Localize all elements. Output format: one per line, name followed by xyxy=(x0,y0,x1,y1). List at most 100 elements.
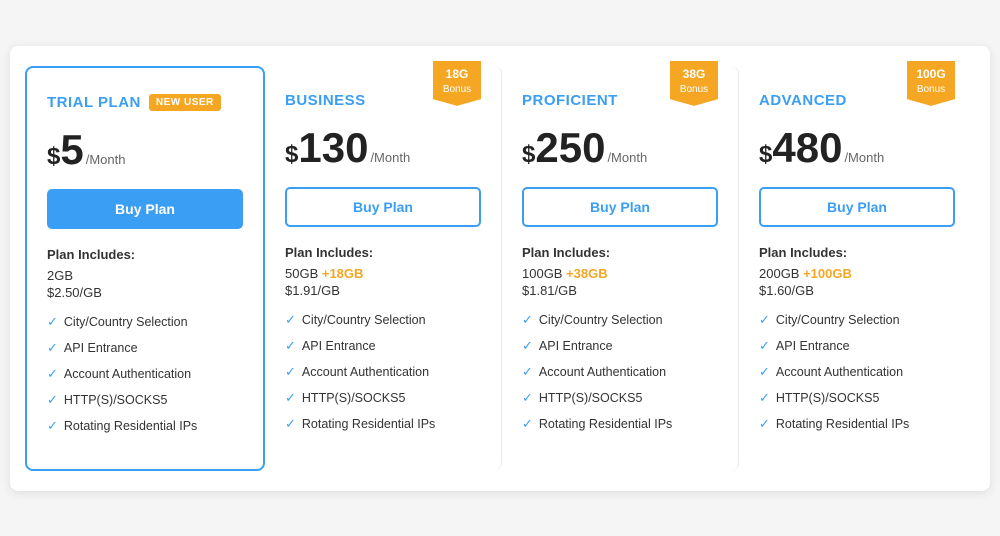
feature-label: City/Country Selection xyxy=(539,313,663,327)
feature-item: ✓ Account Authentication xyxy=(285,364,481,380)
feature-item: ✓ Rotating Residential IPs xyxy=(285,416,481,432)
price-per-gb: $1.60/GB xyxy=(759,283,955,298)
check-icon: ✓ xyxy=(47,314,58,330)
feature-item: ✓ Account Authentication xyxy=(47,366,243,382)
feature-label: Rotating Residential IPs xyxy=(539,417,672,431)
check-icon: ✓ xyxy=(759,312,770,328)
feature-item: ✓ HTTP(S)/SOCKS5 xyxy=(522,390,718,406)
check-icon: ✓ xyxy=(522,364,533,380)
feature-label: HTTP(S)/SOCKS5 xyxy=(64,393,168,407)
price-row: $ 130 /Month xyxy=(285,124,481,172)
price-amount: 5 xyxy=(60,126,83,174)
feature-item: ✓ City/Country Selection xyxy=(47,314,243,330)
feature-item: ✓ API Entrance xyxy=(759,338,955,354)
feature-item: ✓ Account Authentication xyxy=(522,364,718,380)
feature-item: ✓ HTTP(S)/SOCKS5 xyxy=(759,390,955,406)
data-amount: 2GB xyxy=(47,268,243,283)
price-period: /Month xyxy=(844,150,884,165)
check-icon: ✓ xyxy=(285,338,296,354)
feature-item: ✓ Rotating Residential IPs xyxy=(759,416,955,432)
feature-item: ✓ HTTP(S)/SOCKS5 xyxy=(47,392,243,408)
price-amount: 250 xyxy=(535,124,605,172)
feature-label: HTTP(S)/SOCKS5 xyxy=(776,391,880,405)
price-period: /Month xyxy=(607,150,647,165)
price-row: $ 250 /Month xyxy=(522,124,718,172)
bonus-data-amount: +38GB xyxy=(566,266,608,281)
buy-plan-button-trial[interactable]: Buy Plan xyxy=(47,189,243,229)
feature-label: City/Country Selection xyxy=(64,315,188,329)
feature-item: ✓ Rotating Residential IPs xyxy=(522,416,718,432)
check-icon: ✓ xyxy=(759,364,770,380)
check-icon: ✓ xyxy=(47,366,58,382)
feature-label: API Entrance xyxy=(539,339,613,353)
pricing-container: TRIAL PLAN New User $ 5 /Month Buy Plan … xyxy=(10,46,990,491)
feature-label: API Entrance xyxy=(64,341,138,355)
plan-title-text: ADVANCED xyxy=(759,92,847,109)
data-amount: 50GB +18GB xyxy=(285,266,481,281)
feature-label: City/Country Selection xyxy=(302,313,426,327)
buy-plan-button-advanced[interactable]: Buy Plan xyxy=(759,187,955,227)
plan-includes-label: Plan Includes: xyxy=(47,247,243,262)
feature-label: Rotating Residential IPs xyxy=(302,417,435,431)
price-period: /Month xyxy=(370,150,410,165)
check-icon: ✓ xyxy=(285,416,296,432)
bonus-badge-proficient: 38GBonus xyxy=(670,61,718,106)
check-icon: ✓ xyxy=(522,416,533,432)
check-icon: ✓ xyxy=(759,416,770,432)
check-icon: ✓ xyxy=(285,390,296,406)
bonus-data-amount: +100GB xyxy=(803,266,852,281)
bonus-badge-advanced: 100GBonus xyxy=(907,61,955,106)
feature-label: Rotating Residential IPs xyxy=(776,417,909,431)
plan-title-text: BUSINESS xyxy=(285,92,366,109)
price-per-gb: $1.91/GB xyxy=(285,283,481,298)
check-icon: ✓ xyxy=(522,338,533,354)
data-amount: 200GB +100GB xyxy=(759,266,955,281)
price-amount: 480 xyxy=(772,124,842,172)
feature-item: ✓ API Entrance xyxy=(47,340,243,356)
buy-plan-button-business[interactable]: Buy Plan xyxy=(285,187,481,227)
feature-item: ✓ Rotating Residential IPs xyxy=(47,418,243,434)
check-icon: ✓ xyxy=(285,364,296,380)
plan-card-trial: TRIAL PLAN New User $ 5 /Month Buy Plan … xyxy=(25,66,265,471)
plan-title-text: TRIAL PLAN xyxy=(47,94,141,111)
features-list: ✓ City/Country Selection ✓ API Entrance … xyxy=(522,312,718,432)
feature-label: Account Authentication xyxy=(64,367,191,381)
price-dollar: $ xyxy=(47,143,60,171)
price-dollar: $ xyxy=(759,141,772,169)
check-icon: ✓ xyxy=(522,390,533,406)
feature-label: HTTP(S)/SOCKS5 xyxy=(539,391,643,405)
check-icon: ✓ xyxy=(47,340,58,356)
price-dollar: $ xyxy=(285,141,298,169)
plan-card-advanced: 100GBonus ADVANCED $ 480 /Month Buy Plan… xyxy=(739,66,975,471)
features-list: ✓ City/Country Selection ✓ API Entrance … xyxy=(47,314,243,434)
feature-item: ✓ City/Country Selection xyxy=(522,312,718,328)
plan-card-proficient: 38GBonus PROFICIENT $ 250 /Month Buy Pla… xyxy=(502,66,739,471)
feature-item: ✓ City/Country Selection xyxy=(285,312,481,328)
check-icon: ✓ xyxy=(285,312,296,328)
feature-label: HTTP(S)/SOCKS5 xyxy=(302,391,406,405)
plan-includes-label: Plan Includes: xyxy=(522,245,718,260)
feature-item: ✓ City/Country Selection xyxy=(759,312,955,328)
price-row: $ 480 /Month xyxy=(759,124,955,172)
check-icon: ✓ xyxy=(759,338,770,354)
check-icon: ✓ xyxy=(47,392,58,408)
feature-item: ✓ HTTP(S)/SOCKS5 xyxy=(285,390,481,406)
feature-label: City/Country Selection xyxy=(776,313,900,327)
feature-label: Account Authentication xyxy=(302,365,429,379)
check-icon: ✓ xyxy=(759,390,770,406)
plan-title-text: PROFICIENT xyxy=(522,92,618,109)
plan-includes-label: Plan Includes: xyxy=(759,245,955,260)
price-amount: 130 xyxy=(298,124,368,172)
price-row: $ 5 /Month xyxy=(47,126,243,174)
feature-label: Account Authentication xyxy=(539,365,666,379)
new-user-badge: New User xyxy=(149,94,221,111)
check-icon: ✓ xyxy=(522,312,533,328)
price-per-gb: $2.50/GB xyxy=(47,285,243,300)
plan-title-trial: TRIAL PLAN New User xyxy=(47,88,243,118)
data-amount: 100GB +38GB xyxy=(522,266,718,281)
check-icon: ✓ xyxy=(47,418,58,434)
feature-label: API Entrance xyxy=(302,339,376,353)
buy-plan-button-proficient[interactable]: Buy Plan xyxy=(522,187,718,227)
feature-item: ✓ API Entrance xyxy=(522,338,718,354)
bonus-data-amount: +18GB xyxy=(322,266,364,281)
